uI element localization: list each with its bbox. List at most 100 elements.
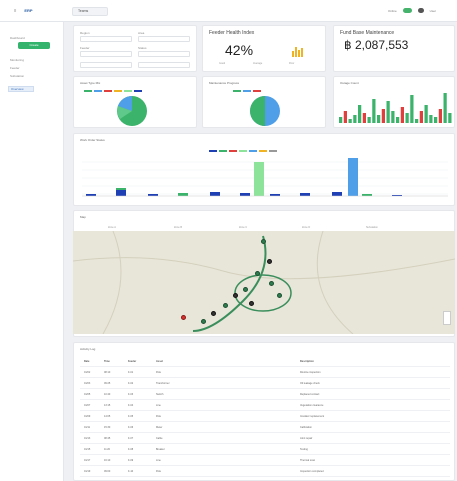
outage-bar[interactable] — [343, 111, 347, 123]
table-row[interactable]: 01/09 14:05 F-05 Pole Insulator replacement — [80, 412, 450, 422]
table-cell: Cable — [156, 437, 163, 440]
table-row[interactable]: 01/13 08:45 F-07 Cable Joint repair — [80, 434, 450, 444]
table-cell: Replaced contact — [300, 393, 320, 396]
feeder-health-card: Feeder Health Index 42% Good Average Poo… — [202, 25, 326, 72]
status-toggle[interactable] — [402, 8, 412, 13]
outage-bar[interactable] — [410, 95, 414, 123]
table-cell: Routine inspection — [300, 371, 321, 374]
outage-bar[interactable] — [367, 117, 371, 123]
table-cell: 09:25 — [104, 382, 111, 385]
table-cell: Thermal scan — [300, 459, 316, 462]
asset-pie-chart[interactable] — [114, 95, 150, 127]
map-pin[interactable] — [249, 301, 254, 306]
table-cell: 01/09 — [84, 415, 91, 418]
map-pin[interactable] — [255, 271, 260, 276]
outage-bar[interactable] — [400, 107, 404, 123]
table-cell: 08:10 — [104, 371, 111, 374]
outage-bar[interactable] — [362, 113, 366, 123]
outage-bar[interactable] — [381, 109, 385, 123]
table-cell: 14:05 — [104, 415, 111, 418]
outage-bar[interactable] — [339, 117, 343, 123]
asset-mix-card: Asset Type Mix — [73, 76, 197, 128]
outage-bar[interactable] — [443, 93, 447, 123]
zoom-control[interactable] — [443, 311, 451, 325]
table-cell: 01/11 — [84, 426, 91, 429]
feeder-map[interactable] — [73, 231, 455, 334]
outage-bar[interactable] — [353, 115, 357, 123]
table-cell: 01/02 — [84, 371, 91, 374]
table-cell: F-10 — [128, 470, 134, 473]
avatar[interactable] — [417, 8, 424, 13]
outage-bar[interactable] — [429, 115, 433, 123]
region-select[interactable] — [80, 36, 132, 42]
map-pin[interactable] — [223, 303, 228, 308]
table-row[interactable]: 01/11 15:30 F-06 Meter Calibration — [80, 423, 450, 433]
table-cell: Transformer — [156, 382, 170, 385]
outage-bar-chart[interactable] — [338, 89, 452, 125]
table-cell: F-05 — [128, 415, 134, 418]
outage-bar[interactable] — [448, 113, 452, 123]
table-cell: 15:30 — [104, 426, 111, 429]
table-row[interactable]: 01/07 13:15 F-04 Line Vegetation clearance — [80, 401, 450, 411]
map-pin[interactable] — [243, 287, 248, 292]
area-select[interactable] — [138, 36, 190, 42]
outage-bar[interactable] — [386, 101, 390, 123]
user-label[interactable]: User — [430, 9, 436, 13]
maintenance-card: Fund Base Maintenance ฿ 2,087,553 — [333, 25, 455, 72]
sidebar-item-overview[interactable]: Overview — [8, 86, 34, 92]
outage-bar[interactable] — [434, 117, 438, 123]
table-cell: 09:00 — [104, 470, 111, 473]
map-pin[interactable] — [233, 293, 238, 298]
sidebar-item-feeder[interactable]: Feeder — [10, 66, 20, 70]
outage-bar[interactable] — [396, 117, 400, 123]
outage-bar[interactable] — [424, 105, 428, 123]
maintenance-progress-card: Maintenance Progress — [202, 76, 326, 128]
work-order-card: Work Order Status — [73, 133, 455, 206]
work-order-bar-chart[interactable] — [82, 156, 450, 204]
sidebar-item-substation[interactable]: Substation — [10, 74, 24, 78]
outage-bar[interactable] — [372, 99, 376, 123]
date-to-field[interactable] — [138, 62, 190, 68]
top-bar: ≡ ERP Teams Online User — [0, 0, 457, 22]
sidebar-item-dashboard[interactable]: Dashboard — [10, 36, 25, 40]
map-pin[interactable] — [277, 293, 282, 298]
table-cell: Calibration — [300, 426, 312, 429]
table-cell: Vegetation clearance — [300, 404, 324, 407]
map-pin[interactable] — [261, 239, 266, 244]
progress-pie-chart[interactable] — [247, 95, 283, 127]
table-cell: 01/03 — [84, 382, 91, 385]
sidebar-item-monitoring[interactable]: Monitoring — [10, 58, 24, 62]
tab-teams[interactable]: Teams — [72, 7, 108, 16]
map-pin[interactable] — [267, 259, 272, 264]
outage-bar[interactable] — [419, 111, 423, 123]
table-row[interactable]: 01/17 16:10 F-09 Line Thermal scan — [80, 456, 450, 466]
status-select[interactable] — [138, 51, 190, 57]
create-button[interactable]: Create — [18, 42, 50, 49]
outage-bar[interactable] — [438, 109, 442, 123]
outage-bar[interactable] — [391, 111, 395, 123]
table-cell: Joint repair — [300, 437, 313, 440]
outage-bar[interactable] — [348, 119, 352, 123]
date-from-field[interactable] — [80, 62, 132, 68]
outage-bar[interactable] — [415, 119, 419, 123]
outage-bar[interactable] — [377, 115, 381, 123]
table-row[interactable]: 01/03 09:25 F-02 Transformer Oil leakage che… — [80, 379, 450, 389]
map-pin-alert[interactable] — [181, 315, 186, 320]
brand[interactable]: ≡ ERP — [14, 8, 33, 13]
map-pin[interactable] — [201, 319, 206, 324]
feeder-select[interactable] — [80, 51, 132, 57]
table-cell: 11:20 — [104, 448, 111, 451]
table-cell: Pole — [156, 371, 162, 374]
table-cell: Pole — [156, 415, 162, 418]
table-row[interactable]: 01/05 10:40 F-03 Switch Replaced contact — [80, 390, 450, 400]
outage-count-card: Outage Count — [333, 76, 455, 128]
outage-bar[interactable] — [358, 105, 362, 123]
table-row[interactable]: 01/02 08:10 F-01 Pole Routine inspection — [80, 368, 450, 378]
table-cell: 13:15 — [104, 404, 111, 407]
health-title: Feeder Health Index — [209, 30, 255, 36]
map-pin[interactable] — [211, 311, 216, 316]
table-row[interactable]: 01/15 11:20 F-08 Breaker Testing — [80, 445, 450, 455]
outage-bar[interactable] — [405, 113, 409, 123]
map-pin[interactable] — [269, 281, 274, 286]
table-row[interactable]: 01/19 09:00 F-10 Pole Inspection completed — [80, 467, 450, 477]
